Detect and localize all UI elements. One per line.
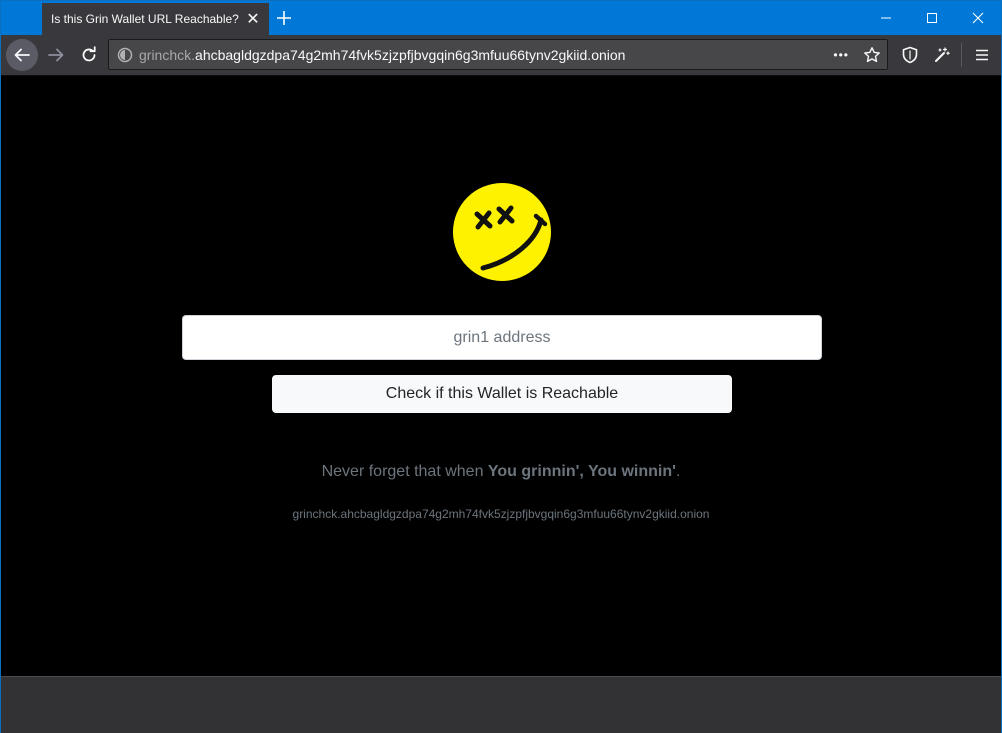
back-button[interactable]	[6, 39, 38, 71]
minimize-icon	[881, 17, 891, 19]
check-reachable-button[interactable]: Check if this Wallet is Reachable	[272, 375, 732, 413]
tagline-bold: You grinnin', You winnin'	[487, 463, 676, 480]
arrow-right-icon	[48, 48, 64, 62]
url-actions: •••	[833, 40, 881, 69]
page-content: Check if this Wallet is Reachable Never …	[1, 76, 1001, 676]
forward-button[interactable]	[41, 40, 71, 70]
arrow-left-icon	[14, 48, 30, 62]
grin-address-input[interactable]	[182, 315, 822, 360]
tab-active[interactable]: Is this Grin Wallet URL Reachable? ✕	[42, 3, 269, 35]
maximize-button[interactable]	[909, 1, 955, 35]
hamburger-menu-icon	[976, 49, 988, 61]
reload-button[interactable]	[74, 40, 104, 70]
menu-button[interactable]	[968, 41, 996, 69]
navigation-bar: grinchck.ahcbagldgzdpa74g2mh74fvk5zjzpfj…	[1, 35, 1001, 76]
onion-address-text: grinchck.ahcbagldgzdpa74g2mh74fvk5zjzpfj…	[292, 507, 710, 521]
close-window-button[interactable]	[955, 1, 1001, 35]
url-bar[interactable]: grinchck.ahcbagldgzdpa74g2mh74fvk5zjzpfj…	[108, 39, 888, 70]
bookmark-star-icon[interactable]	[863, 46, 881, 64]
new-tab-button[interactable]	[271, 5, 297, 31]
plus-icon	[277, 11, 291, 25]
browser-bottom-area	[1, 676, 1001, 733]
tagline-suffix: .	[675, 463, 681, 480]
reload-icon	[82, 46, 96, 62]
browser-window: Is this Grin Wallet URL Reachable? ✕ gri…	[0, 0, 1002, 733]
minimize-button[interactable]	[863, 1, 909, 35]
maximize-icon	[927, 13, 937, 23]
url-domain: ahcbagldgzdpa74g2mh74fvk5zjzpfjbvgqin6g3…	[195, 46, 626, 63]
tab-close-icon[interactable]: ✕	[241, 7, 265, 31]
url-text[interactable]: grinchck.ahcbagldgzdpa74g2mh74fvk5zjzpfj…	[139, 47, 625, 63]
grin-smiley-logo	[453, 183, 551, 281]
magic-wand-icon	[935, 47, 950, 62]
url-subdomain: grinchck.	[139, 46, 196, 63]
tagline: Never forget that when You grinnin', You…	[1, 463, 1001, 481]
onion-site-icon[interactable]	[117, 47, 133, 63]
tagline-prefix: Never forget that when	[321, 463, 488, 480]
title-bar: Is this Grin Wallet URL Reachable? ✕	[1, 1, 1001, 35]
extensions-button[interactable]	[928, 41, 956, 69]
toolbar-separator	[961, 43, 962, 67]
page-actions-button[interactable]: •••	[833, 48, 849, 62]
tracking-protection-button[interactable]	[896, 41, 924, 69]
tab-title: Is this Grin Wallet URL Reachable?	[51, 12, 239, 26]
close-icon	[972, 12, 984, 24]
shield-icon	[902, 46, 918, 64]
